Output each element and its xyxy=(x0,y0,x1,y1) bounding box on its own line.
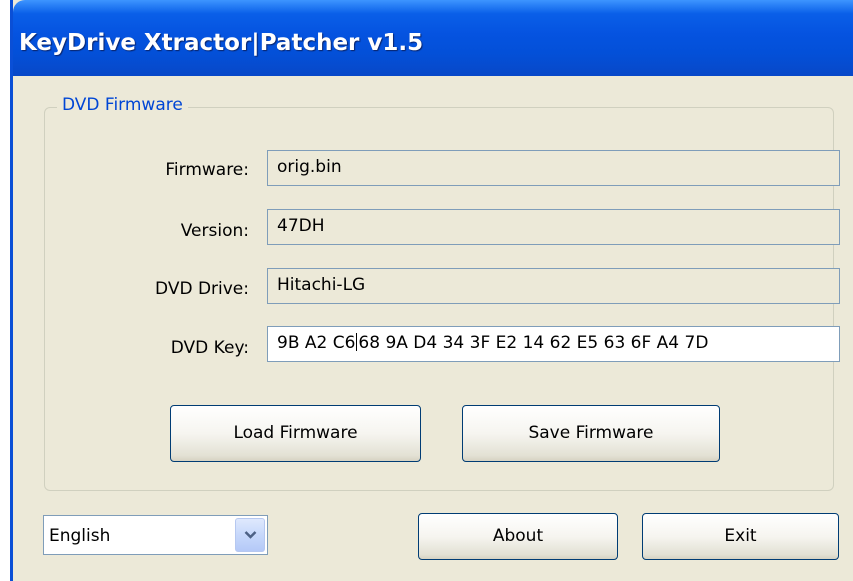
firmware-label: Firmware: xyxy=(165,160,249,180)
chevron-down-icon xyxy=(244,531,257,539)
dvd-drive-field[interactable]: Hitachi-LG xyxy=(267,268,840,304)
app-window: KeyDrive Xtractor|Patcher v1.5 DVD Firmw… xyxy=(10,0,853,581)
exit-label: Exit xyxy=(724,526,757,546)
version-label: Version: xyxy=(180,221,249,241)
title-bar[interactable]: KeyDrive Xtractor|Patcher v1.5 xyxy=(13,0,853,76)
dvd-key-text-before-caret: 9B A2 C6 xyxy=(277,333,356,353)
firmware-field[interactable]: orig.bin xyxy=(267,150,840,186)
save-firmware-label: Save Firmware xyxy=(528,423,654,443)
save-firmware-button[interactable]: Save Firmware xyxy=(462,405,720,462)
language-selected-value: English xyxy=(49,526,111,546)
about-button[interactable]: About xyxy=(418,513,618,560)
version-field[interactable]: 47DH xyxy=(267,209,840,245)
dvd-firmware-group: DVD Firmware Firmware: orig.bin Version:… xyxy=(44,95,840,491)
exit-button[interactable]: Exit xyxy=(642,513,839,560)
window-title: KeyDrive Xtractor|Patcher v1.5 xyxy=(19,30,424,56)
load-firmware-button[interactable]: Load Firmware xyxy=(170,405,421,462)
dvd-drive-label: DVD Drive: xyxy=(155,279,249,299)
load-firmware-label: Load Firmware xyxy=(233,423,358,443)
about-label: About xyxy=(492,526,544,546)
language-select[interactable]: English xyxy=(43,515,268,555)
dropdown-button[interactable] xyxy=(235,518,265,552)
dvd-key-text-after-caret: 68 9A D4 34 3F E2 14 62 E5 63 6F A4 7D xyxy=(358,333,709,353)
group-title: DVD Firmware xyxy=(57,95,188,115)
dvd-key-label: DVD Key: xyxy=(170,338,249,358)
dvd-key-input[interactable]: 9B A2 C6 68 9A D4 34 3F E2 14 62 E5 63 6F… xyxy=(267,326,840,362)
